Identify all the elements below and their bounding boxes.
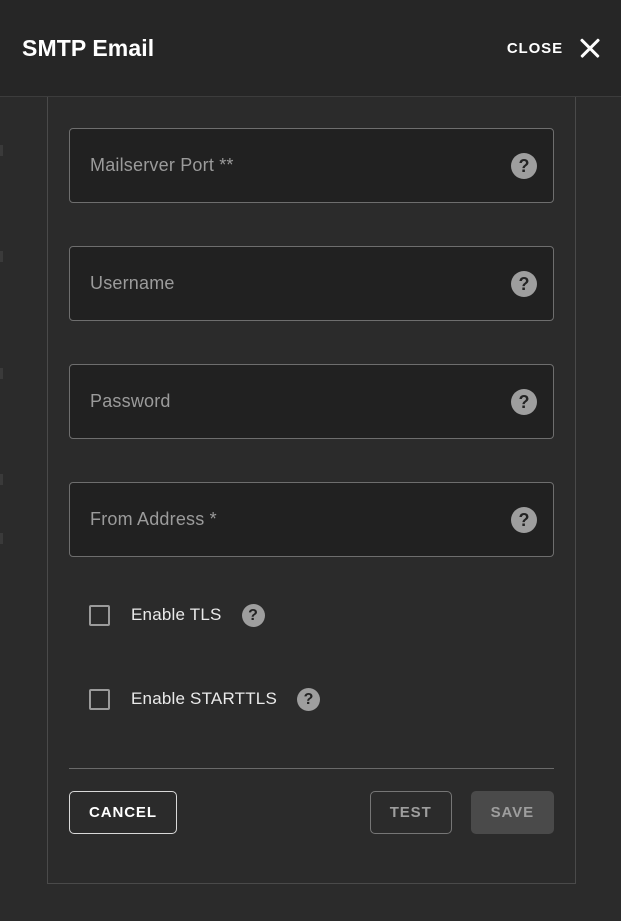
mailserver-port-placeholder: Mailserver Port **	[90, 155, 234, 175]
background-edge-tick	[0, 251, 3, 262]
background-edge-tick	[0, 368, 3, 379]
password-placeholder: Password	[90, 391, 171, 411]
close-x-icon[interactable]	[577, 35, 603, 61]
smtp-form: Mailserver Port ** ? Username ? Password…	[48, 97, 575, 834]
dialog-actions: CANCEL TEST SAVE	[69, 791, 554, 834]
enable-starttls-label: Enable STARTTLS	[131, 689, 277, 708]
close-button-label: CLOSE	[506, 39, 563, 57]
help-circle-icon[interactable]: ?	[511, 506, 537, 533]
background-edge-tick	[0, 145, 3, 156]
test-button[interactable]: TEST	[369, 791, 452, 834]
from-address-field[interactable]: From Address * ?	[69, 482, 554, 557]
footer-divider	[69, 768, 554, 769]
help-circle-icon[interactable]: ?	[511, 152, 537, 179]
background-edge-tick	[0, 474, 3, 485]
primary-actions: TEST SAVE	[369, 791, 554, 834]
help-circle-icon[interactable]: ?	[511, 270, 537, 297]
enable-tls-row[interactable]: Enable TLS ?	[89, 600, 554, 630]
background-edge-tick	[0, 533, 3, 544]
dialog-titlebar: SMTP Email CLOSE	[0, 0, 621, 97]
smtp-settings-card: Mailserver Port ** ? Username ? Password…	[47, 97, 576, 884]
help-circle-icon[interactable]: ?	[511, 388, 537, 415]
help-circle-icon[interactable]: ?	[297, 687, 320, 711]
save-button[interactable]: SAVE	[470, 791, 554, 834]
enable-tls-checkbox[interactable]	[89, 604, 110, 626]
close-button[interactable]: CLOSE	[507, 35, 603, 61]
mailserver-port-field[interactable]: Mailserver Port ** ?	[69, 128, 554, 203]
username-placeholder: Username	[90, 273, 175, 293]
dialog-title: SMTP Email	[22, 34, 155, 61]
from-address-placeholder: From Address *	[90, 509, 217, 529]
username-field[interactable]: Username ?	[69, 246, 554, 321]
cancel-button[interactable]: CANCEL	[69, 791, 177, 834]
enable-starttls-row[interactable]: Enable STARTTLS ?	[89, 684, 554, 714]
password-field[interactable]: Password ?	[69, 364, 554, 439]
enable-tls-label: Enable TLS	[131, 605, 222, 624]
help-circle-icon[interactable]: ?	[241, 603, 265, 627]
enable-starttls-checkbox[interactable]	[89, 688, 110, 710]
background-left-strip	[0, 97, 47, 921]
